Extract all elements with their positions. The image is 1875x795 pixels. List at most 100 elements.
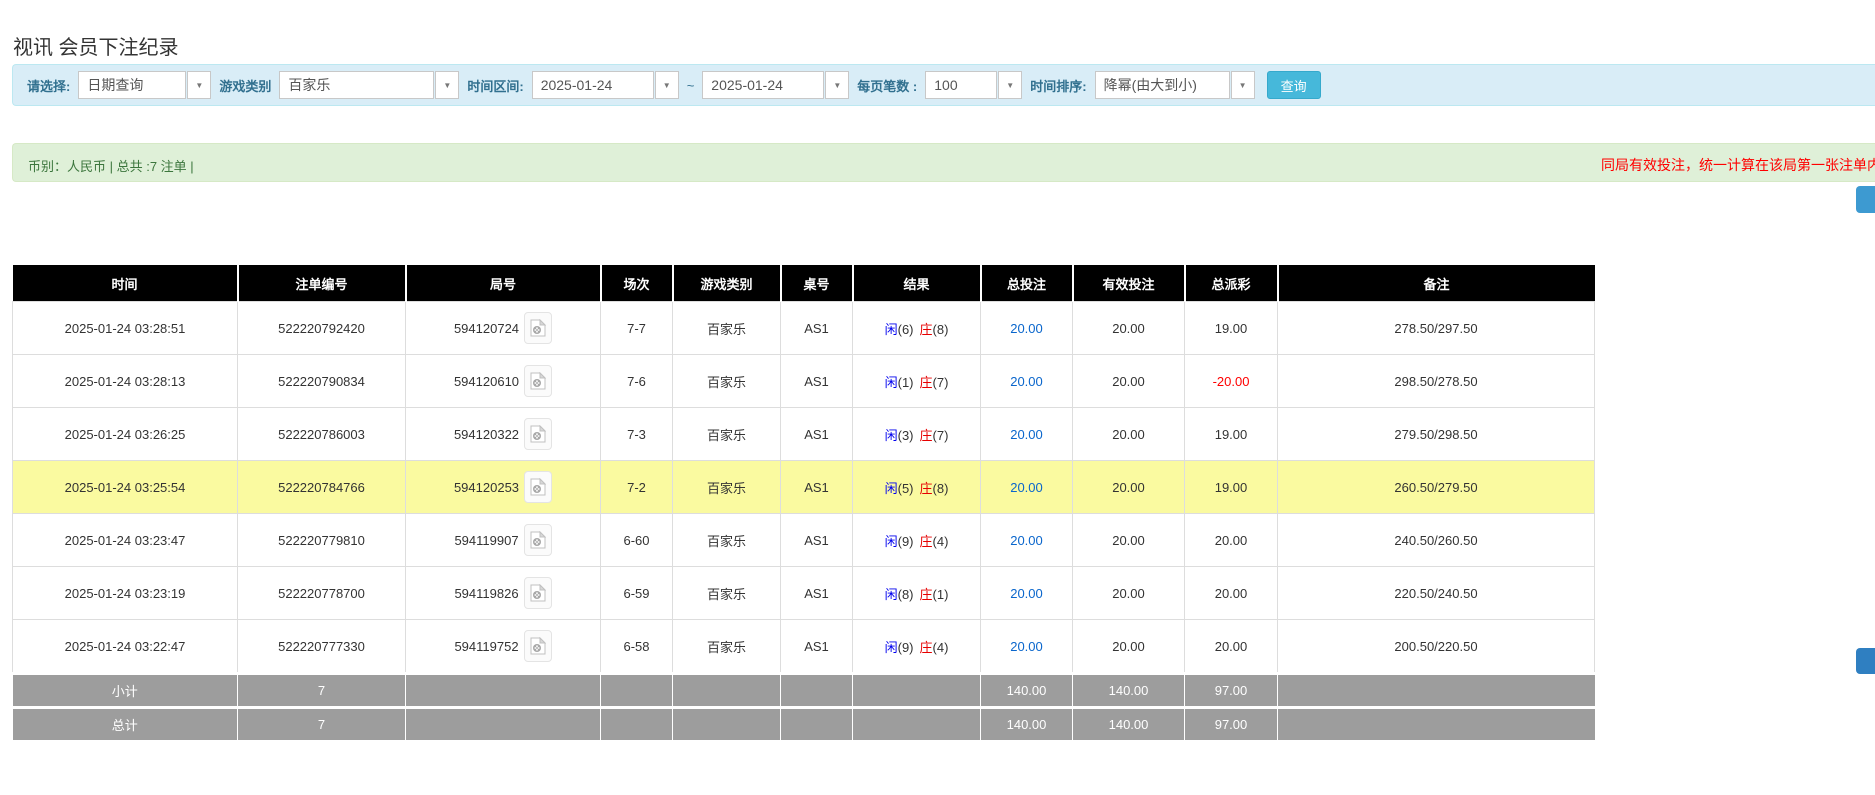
page-size-value: 100 [925,71,998,99]
total-bet-link[interactable]: 20.00 [1010,480,1043,495]
column-header: 桌号 [779,265,853,302]
cell-result: 闲(1) 庄(7) [852,354,981,408]
chevron-down-icon[interactable]: ▼ [435,71,460,99]
film-document-icon [530,531,546,549]
table-row: 2025-01-24 03:28:51 522220792420 594120724… [12,301,1595,355]
header-row: 时间 注单编号 局号 场次 游戏类别 桌号 结果 总投注 有效投注 总派彩 备注 [12,265,1595,302]
table-row: 2025-01-24 03:26:25 522220786003 594120322… [12,407,1595,461]
summary-bar: 币别：人民币 | 总共 :7 注单 | 同局有效投注，统一计算在该局第一张注单内 [12,143,1875,182]
cell-total-bet: 20.00 [980,566,1073,620]
filter-bar: 请选择: 日期查询 ▼ 游戏类别 百家乐 ▼ 时间区间: 2025-01-24 … [12,64,1875,106]
cell-table: AS1 [780,301,853,355]
total-bet-link[interactable]: 20.00 [1010,533,1043,548]
cell-time: 2025-01-24 03:26:25 [12,407,238,461]
cell-time: 2025-01-24 03:23:47 [12,513,238,567]
cell-game: 百家乐 [672,566,781,620]
cell-remark: 278.50/297.50 [1277,301,1595,355]
column-header: 注单编号 [236,265,406,302]
cell-game: 百家乐 [672,513,781,567]
result-banker: 庄 [919,374,933,390]
cell-table: AS1 [780,513,853,567]
chevron-down-icon[interactable]: ▼ [1230,71,1255,99]
date-from-select[interactable]: 2025-01-24 ▼ [531,71,679,99]
cell-session: 7-6 [600,354,673,408]
cell-result: 闲(3) 庄(7) [852,407,981,461]
video-replay-icon[interactable] [524,365,553,397]
cell-round: 594119752 [405,619,601,674]
total-bet-link[interactable]: 20.00 [1010,321,1043,336]
date-to-select[interactable]: 2025-01-24 ▼ [702,71,850,99]
cell-time: 2025-01-24 03:28:51 [12,301,238,355]
video-replay-icon[interactable] [523,630,552,662]
cell-total-bet: 20.00 [980,354,1073,408]
floating-button-top[interactable] [1856,186,1875,213]
search-button[interactable]: 查询 [1266,71,1321,99]
cell-time: 2025-01-24 03:22:47 [12,619,238,674]
column-header: 有效投注 [1071,265,1185,302]
video-replay-icon[interactable] [523,577,552,609]
total-bet-link[interactable]: 20.00 [1010,374,1043,389]
footer-payout: 97.00 [1184,672,1278,708]
time-sort-value: 降幂(由大到小) [1094,71,1230,99]
cell-bet-id: 522220778700 [237,566,406,620]
bet-table: 时间 注单编号 局号 场次 游戏类别 桌号 结果 总投注 有效投注 总派彩 备注 2025-01-24… [12,265,1595,740]
video-replay-icon[interactable] [524,418,553,450]
footer-label: 总计 [12,706,238,740]
column-header: 场次 [599,265,673,302]
cell-round: 594119907 [405,513,601,567]
result-banker: 庄 [919,533,933,549]
cell-bet-id: 522220790834 [237,354,406,408]
column-header: 总派彩 [1183,265,1278,302]
cell-game: 百家乐 [672,301,781,355]
cell-round: 594120610 [405,354,601,408]
table-row: 2025-01-24 03:23:47 522220779810 594119907… [12,513,1595,567]
cell-valid-bet: 20.00 [1072,513,1185,567]
chevron-down-icon[interactable]: ▼ [187,71,212,99]
film-document-icon [530,637,546,655]
date-from-value: 2025-01-24 [531,71,654,99]
chevron-down-icon[interactable]: ▼ [825,71,850,99]
summary-row: 总计 7 140.00 140.00 97.00 [12,706,1595,740]
cell-session: 6-60 [600,513,673,567]
video-replay-icon[interactable] [523,524,552,556]
cell-remark: 298.50/278.50 [1277,354,1595,408]
cell-time: 2025-01-24 03:23:19 [12,566,238,620]
cell-time: 2025-01-24 03:25:54 [12,460,238,514]
page-size-select[interactable]: 100 ▼ [925,71,1023,99]
summary-row: 小计 7 140.00 140.00 97.00 [12,672,1595,708]
query-type-select[interactable]: 日期查询 ▼ [78,71,212,99]
table-row: 2025-01-24 03:25:54 522220784766 594120253… [12,460,1595,514]
video-replay-icon[interactable] [524,471,553,503]
time-sort-select[interactable]: 降幂(由大到小) ▼ [1094,71,1255,99]
total-bet-link[interactable]: 20.00 [1010,639,1043,654]
cell-result: 闲(9) 庄(4) [852,619,981,674]
result-player: 闲 [884,321,898,337]
cell-total-bet: 20.00 [980,407,1073,461]
total-bet-link[interactable]: 20.00 [1010,427,1043,442]
total-bet-link[interactable]: 20.00 [1010,586,1043,601]
cell-game: 百家乐 [672,407,781,461]
date-to-value: 2025-01-24 [702,71,825,99]
film-document-icon [530,478,547,496]
video-replay-icon[interactable] [524,312,553,344]
film-document-icon [530,584,546,602]
footer-valid-bet: 140.00 [1072,706,1185,740]
cell-game: 百家乐 [672,460,781,514]
column-header: 游戏类别 [671,265,781,302]
result-player: 闲 [884,533,898,549]
cell-total-bet: 20.00 [980,513,1073,567]
cell-result: 闲(6) 庄(8) [852,301,981,355]
game-type-select[interactable]: 百家乐 ▼ [279,71,460,99]
time-sort-label: 时间排序: [1030,78,1087,94]
footer-total-bet: 140.00 [980,672,1073,708]
floating-button-bottom[interactable] [1856,648,1875,674]
result-player: 闲 [884,480,898,496]
column-header: 局号 [404,265,601,302]
result-banker: 庄 [919,321,933,337]
summary-notice: 同局有效投注，统一计算在该局第一张注单内 [1601,157,1875,173]
chevron-down-icon[interactable]: ▼ [998,71,1023,99]
chevron-down-icon[interactable]: ▼ [654,71,679,99]
cell-valid-bet: 20.00 [1072,354,1185,408]
cell-bet-id: 522220779810 [237,513,406,567]
cell-result: 闲(5) 庄(8) [852,460,981,514]
